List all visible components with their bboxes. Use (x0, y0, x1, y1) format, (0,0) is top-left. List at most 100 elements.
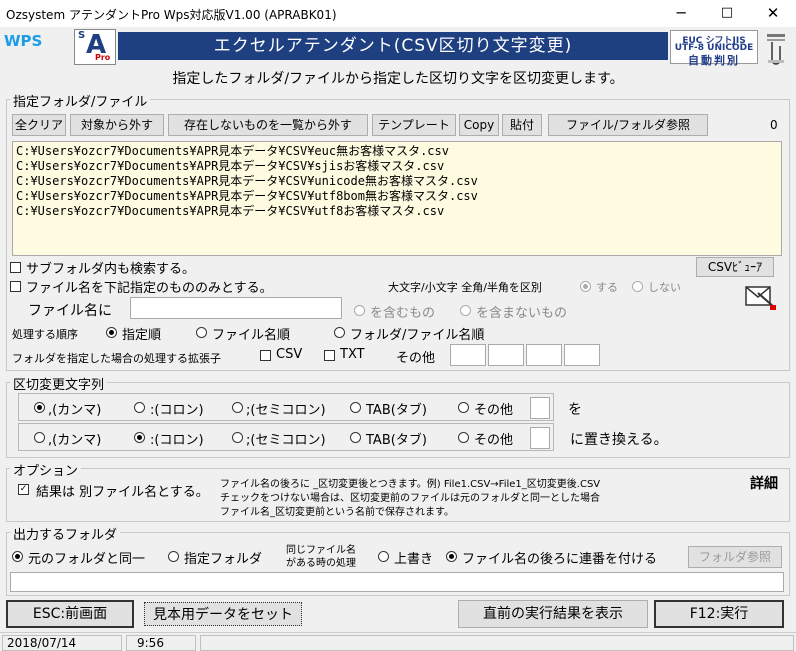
ext-txt-checkbox[interactable] (324, 350, 335, 361)
ext-other-input-2[interactable] (488, 344, 524, 366)
to-other-radio[interactable] (458, 432, 469, 443)
maximize-button[interactable]: □ (704, 0, 750, 27)
case-yes-radio[interactable] (580, 281, 591, 292)
from-tab-label: TAB(タブ) (366, 403, 427, 418)
remove-missing-button[interactable]: 存在しないものを一覧から外す (168, 114, 368, 136)
list-item[interactable]: C:¥Users¥ozcr7¥Documents¥APR見本データ¥CSV¥un… (16, 174, 778, 189)
ext-other-input-3[interactable] (526, 344, 562, 366)
show-last-result-button[interactable]: 直前の実行結果を表示 (458, 600, 648, 628)
to-colon-radio[interactable] (134, 432, 145, 443)
exclude-radio[interactable] (460, 305, 471, 316)
ext-other-label: その他 (396, 351, 436, 366)
list-item[interactable]: C:¥Users¥ozcr7¥Documents¥APR見本データ¥CSV¥ut… (16, 204, 778, 219)
same-folder-radio[interactable] (12, 551, 23, 562)
separate-file-checkbox[interactable]: ✓ (18, 484, 29, 495)
detail-link[interactable]: 詳細 (750, 473, 778, 493)
minimize-button[interactable]: ─ (658, 0, 704, 27)
folder-group-legend: 指定フォルダ/ファイル (10, 91, 151, 110)
same-folder-label: 元のフォルダと同一 (28, 552, 146, 567)
option-desc-line1: ファイル名の後ろに _区切変更後とつきます。例) File1.CSV→File1… (220, 479, 601, 490)
template-button[interactable]: テンプレート (372, 114, 456, 136)
from-other-radio[interactable] (458, 402, 469, 413)
file-count: 0 (770, 118, 778, 132)
from-other-input[interactable] (530, 397, 550, 419)
from-semicolon-radio[interactable] (232, 402, 243, 413)
logo-pro: Pro (95, 53, 111, 62)
to-comma-radio[interactable] (34, 432, 45, 443)
status-bar: 2018/07/14 9:56 (0, 632, 796, 651)
list-item[interactable]: C:¥Users¥ozcr7¥Documents¥APR見本データ¥CSV¥eu… (16, 144, 778, 159)
output-path-input[interactable] (10, 572, 784, 592)
option-desc-line3: ファイル名_区切変更前という名前で保存されます。 (220, 507, 454, 518)
option-desc-line2: チェックをつけない場合は、区切変更前のファイルは元のフォルダと同一とした場合 (220, 493, 600, 504)
folder-browse-button[interactable]: フォルダ参照 (688, 546, 782, 568)
wps-logo: WPS (4, 32, 43, 50)
case-sensitive-label: 大文字/小文字 全角/半角を区別 (388, 281, 542, 294)
to-tab-label: TAB(タブ) (366, 433, 427, 448)
same-name-line2: がある時の処理 (286, 558, 356, 569)
encoding-badge: EUC シフトJIS UTF-8 UNICODE 自動判別 (670, 30, 758, 67)
file-list[interactable]: C:¥Users¥ozcr7¥Documents¥APR見本データ¥CSV¥eu… (12, 141, 782, 256)
close-button[interactable]: ✕ (750, 0, 796, 27)
ext-csv-checkbox[interactable] (260, 350, 271, 361)
order-specified-radio[interactable] (106, 327, 117, 338)
delimiter-group-legend: 区切変更文字列 (10, 374, 108, 393)
encoding-line3: 自動判別 (688, 54, 740, 67)
add-serial-radio[interactable] (446, 551, 457, 562)
case-no-radio[interactable] (632, 281, 643, 292)
ext-txt-label: TXT (340, 347, 365, 362)
f12-execute-button[interactable]: F12:実行 (654, 600, 784, 628)
ext-other-input-1[interactable] (450, 344, 486, 366)
window-title: Ozsystem アテンダントPro Wps対応版V1.00 (APRABK01… (6, 8, 337, 22)
overwrite-radio[interactable] (378, 551, 389, 562)
from-comma-radio[interactable] (34, 402, 45, 413)
to-semicolon-radio[interactable] (232, 432, 243, 443)
from-colon-radio[interactable] (134, 402, 145, 413)
attendant-logo: S A Pro (74, 29, 116, 65)
include-radio[interactable] (354, 305, 365, 316)
from-tab-radio[interactable] (350, 402, 361, 413)
search-subfolders-label: サブフォルダ内も検索する。 (26, 262, 196, 277)
to-other-input[interactable] (530, 427, 550, 449)
include-label: を含むもの (370, 306, 436, 321)
order-folder-label: フォルダ/ファイル名順 (350, 328, 485, 343)
ext-other-input-4[interactable] (564, 344, 600, 366)
banner-title: エクセルアテンダント(CSV区切り文字変更) (118, 32, 668, 60)
exclude-label: を含まないもの (476, 306, 568, 321)
csv-viewer-button[interactable]: CSVﾋﾞｭｰｱ (696, 257, 774, 277)
list-item[interactable]: C:¥Users¥ozcr7¥Documents¥APR見本データ¥CSV¥sj… (16, 159, 778, 174)
list-item[interactable]: C:¥Users¥ozcr7¥Documents¥APR見本データ¥CSV¥ut… (16, 189, 778, 204)
envelope-icon (744, 283, 778, 313)
order-filename-radio[interactable] (196, 327, 207, 338)
from-other-label: その他 (474, 403, 514, 418)
specified-folder-label: 指定フォルダ (184, 552, 263, 567)
logo-letter-s: S (78, 30, 86, 41)
to-colon-label: :(コロン) (150, 433, 204, 448)
case-yes-label: する (596, 281, 618, 294)
page-subtitle: 指定したフォルダ/ファイルから指定した区切り文字を区切変更します。 (172, 71, 624, 87)
status-date: 2018/07/14 (2, 635, 122, 651)
case-no-label: しない (648, 281, 681, 294)
clip-icon (764, 28, 790, 66)
from-suffix: を (568, 402, 582, 418)
order-label: 処理する順序 (12, 328, 78, 341)
esc-back-button[interactable]: ESC:前画面 (6, 600, 134, 628)
output-group-legend: 出力するフォルダ (10, 524, 121, 543)
clear-all-button[interactable]: 全クリア (12, 114, 66, 136)
filename-input[interactable] (130, 297, 342, 319)
overwrite-label: 上書き (394, 552, 434, 567)
specified-folder-radio[interactable] (168, 551, 179, 562)
to-suffix: に置き換える。 (570, 432, 668, 448)
order-folder-radio[interactable] (334, 327, 345, 338)
remove-target-button[interactable]: 対象から外す (70, 114, 164, 136)
extension-label: フォルダを指定した場合の処理する拡張子 (12, 352, 221, 365)
file-folder-browse-button[interactable]: ファイル/フォルダ参照 (548, 114, 708, 136)
to-tab-radio[interactable] (350, 432, 361, 443)
from-semicolon-label: ;(セミコロン) (246, 403, 326, 418)
order-specified-label: 指定順 (122, 328, 162, 343)
paste-button[interactable]: 貼付 (502, 114, 542, 136)
search-subfolders-checkbox[interactable] (10, 262, 21, 273)
set-sample-data-button[interactable]: 見本用データをセット (144, 602, 302, 626)
filter-filename-checkbox[interactable] (10, 281, 21, 292)
copy-button[interactable]: Copy (459, 114, 499, 136)
